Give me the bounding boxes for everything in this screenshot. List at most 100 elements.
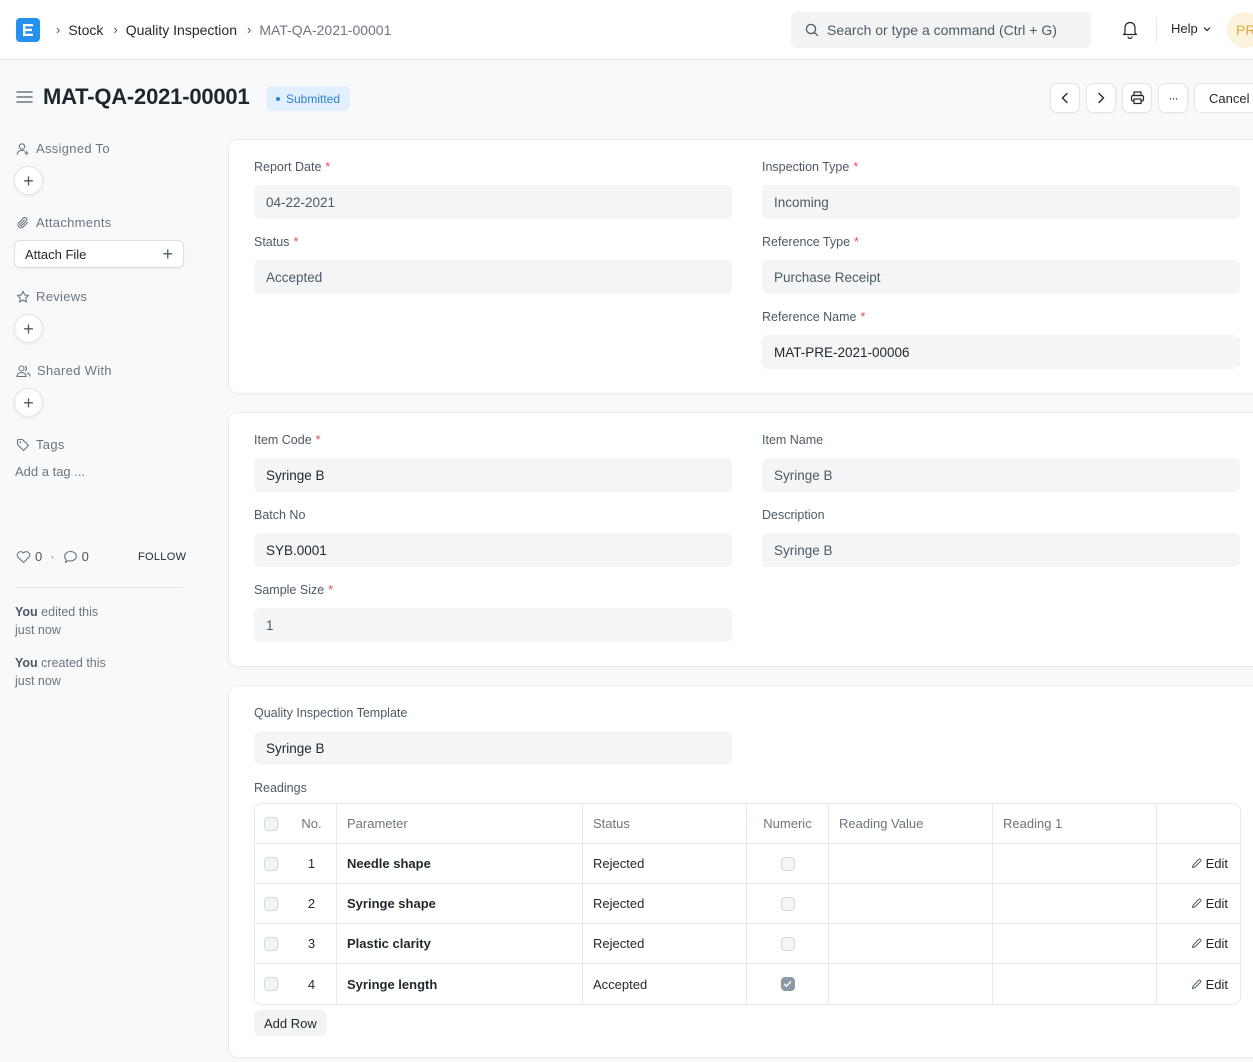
column-header-reading-1: Reading 1 (993, 804, 1157, 843)
add-assignee-button[interactable]: + (14, 166, 43, 195)
row-checkbox[interactable] (264, 936, 278, 951)
numeric-checkbox[interactable] (780, 936, 795, 951)
parameter-cell[interactable]: Syringe length (337, 964, 583, 1004)
inspection-type-input[interactable]: Incoming (762, 185, 1240, 219)
reading-value-cell[interactable] (829, 884, 993, 923)
follow-button[interactable]: FOLLOW (138, 551, 186, 563)
comment-icon[interactable] (63, 550, 78, 564)
app-logo[interactable] (16, 18, 40, 42)
item-name-input[interactable]: Syringe B (762, 458, 1240, 492)
table-row[interactable]: 3 Plastic clarity Rejected Edit (255, 924, 1240, 964)
numeric-checkbox[interactable] (780, 896, 795, 911)
status-input[interactable]: Accepted (254, 260, 732, 294)
table-row[interactable]: 2 Syringe shape Rejected Edit (255, 884, 1240, 924)
sidebar-toggle[interactable] (16, 90, 33, 107)
sample-size-input[interactable]: 1 (254, 608, 732, 642)
status-badge-label: Submitted (286, 91, 341, 106)
reference-name-input[interactable]: MAT-PRE-2021-00006 (762, 335, 1240, 369)
reading-1-cell[interactable] (993, 844, 1157, 883)
column-header-status: Status (583, 804, 747, 843)
activity-item: You created this just now (15, 654, 185, 690)
edit-row-button[interactable]: Edit (1157, 924, 1240, 963)
breadcrumb-current[interactable]: MAT-QA-2021-00001 (259, 20, 391, 40)
item-details-section: Item Code * Syringe B Batch No SYB.0001 S… (228, 412, 1253, 667)
parameter-cell[interactable]: Syringe shape (337, 884, 583, 923)
batch-no-input[interactable]: SYB.0001 (254, 533, 732, 567)
sidebar-divider (15, 587, 183, 588)
column-header-no: No. (287, 804, 337, 843)
attach-file-label: Attach File (25, 246, 87, 262)
reading-value-cell[interactable] (829, 924, 993, 963)
heart-icon[interactable] (16, 550, 31, 564)
item-code-field: Item Code * Syringe B (254, 433, 732, 492)
item-code-input[interactable]: Syringe B (254, 458, 732, 492)
notifications-button[interactable] (1121, 19, 1139, 42)
reference-type-input[interactable]: Purchase Receipt (762, 260, 1240, 294)
select-all-checkbox[interactable] (264, 816, 278, 831)
batch-no-label: Batch No (254, 508, 306, 522)
add-review-button[interactable]: + (14, 314, 43, 343)
chevron-down-icon (1203, 26, 1211, 31)
chevron-right-icon (1098, 92, 1105, 104)
tags-section: Tags (16, 437, 65, 452)
row-checkbox[interactable] (264, 856, 278, 871)
reading-value-cell[interactable] (829, 844, 993, 883)
row-select-cell (255, 964, 287, 1004)
add-share-button[interactable]: + (14, 388, 43, 417)
edit-row-button[interactable]: Edit (1157, 884, 1240, 923)
plus-icon: + (162, 243, 173, 264)
status-dot (276, 96, 280, 101)
numeric-checkbox[interactable] (780, 856, 795, 871)
reading-value-cell[interactable] (829, 964, 993, 1004)
report-date-input[interactable]: 04-22-2021 (254, 185, 732, 219)
attach-file-button[interactable]: Attach File + (14, 240, 184, 268)
sample-size-label: Sample Size (254, 583, 325, 597)
help-dropdown[interactable]: Help (1171, 21, 1212, 36)
breadcrumb-stock[interactable]: Stock (68, 20, 103, 40)
numeric-cell (747, 924, 829, 963)
parameter-cell[interactable]: Plastic clarity (337, 924, 583, 963)
help-label: Help (1171, 21, 1198, 36)
table-row[interactable]: 4 Syringe length Accepted Edit (255, 964, 1240, 1004)
required-indicator: * (315, 433, 321, 447)
add-tag-input[interactable]: Add a tag ... (15, 464, 85, 479)
row-checkbox[interactable] (264, 977, 278, 991)
row-checkbox[interactable] (264, 896, 278, 911)
chevron-right-icon: › (113, 22, 118, 37)
reading-1-cell[interactable] (993, 964, 1157, 1004)
report-date-label: Report Date (254, 160, 322, 174)
edit-row-button[interactable]: Edit (1157, 844, 1240, 883)
parameter-cell[interactable]: Needle shape (337, 844, 583, 883)
breadcrumb-quality-inspection[interactable]: Quality Inspection (126, 20, 237, 40)
table-row[interactable]: 1 Needle shape Rejected Edit (255, 844, 1240, 884)
more-actions-button[interactable]: ··· (1158, 83, 1188, 113)
batch-no-field: Batch No SYB.0001 (254, 508, 732, 567)
tag-icon (16, 438, 30, 451)
activity-action: edited this (37, 605, 99, 619)
status-cell[interactable]: Accepted (583, 964, 747, 1004)
edit-row-button[interactable]: Edit (1157, 964, 1240, 1004)
bell-icon (1122, 21, 1138, 40)
table-header: No. Parameter Status Numeric Reading Val… (255, 804, 1240, 844)
reading-1-cell[interactable] (993, 884, 1157, 923)
erpnext-logo-icon (23, 24, 33, 36)
likes-comments: 0 · 0 (16, 549, 89, 564)
user-avatar[interactable]: PR (1227, 12, 1253, 48)
status-cell[interactable]: Rejected (583, 884, 747, 923)
next-doc-button[interactable] (1086, 83, 1116, 113)
status-cell[interactable]: Rejected (583, 844, 747, 883)
chevron-right-icon: › (56, 22, 61, 37)
previous-doc-button[interactable] (1050, 83, 1080, 113)
cancel-button[interactable]: Cancel (1194, 83, 1253, 113)
print-button[interactable] (1122, 83, 1152, 113)
template-input[interactable]: Syringe B (254, 731, 732, 765)
search-input[interactable]: Search or type a command (Ctrl + G) (791, 12, 1091, 48)
column-header-reading-value: Reading Value (829, 804, 993, 843)
description-input[interactable]: Syringe B (762, 533, 1240, 567)
required-indicator: * (854, 235, 859, 249)
numeric-checkbox-checked[interactable] (780, 977, 795, 991)
add-row-button[interactable]: Add Row (254, 1010, 327, 1036)
status-field: Status * Accepted (254, 235, 732, 294)
reading-1-cell[interactable] (993, 924, 1157, 963)
status-cell[interactable]: Rejected (583, 924, 747, 963)
